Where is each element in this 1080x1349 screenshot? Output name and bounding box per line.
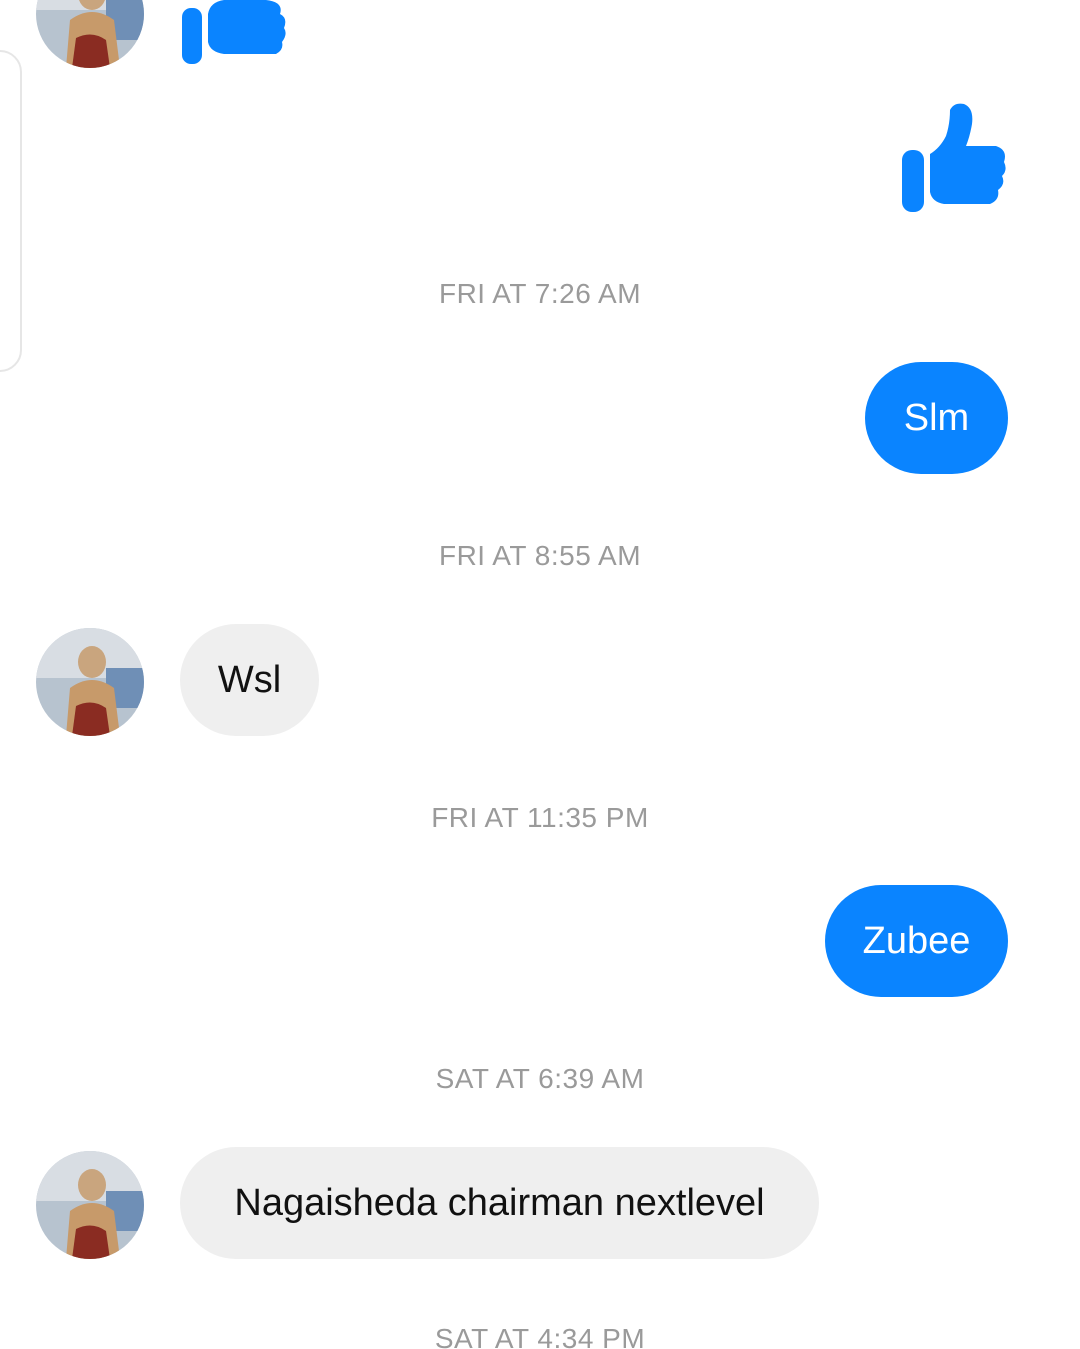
avatar[interactable] bbox=[36, 1151, 144, 1259]
avatar[interactable] bbox=[36, 0, 144, 68]
outgoing-message[interactable]: Slm bbox=[865, 362, 1008, 474]
incoming-message[interactable]: Nagaisheda chairman nextlevel bbox=[180, 1147, 819, 1259]
side-panel-edge bbox=[0, 50, 22, 372]
timestamp: SAT AT 4:34 PM bbox=[434, 1323, 646, 1349]
thumbs-up-icon bbox=[180, 0, 288, 70]
timestamp: FRI AT 8:55 AM bbox=[438, 540, 642, 571]
timestamp: FRI AT 11:35 PM bbox=[431, 802, 649, 833]
thumbs-up-icon bbox=[900, 102, 1008, 214]
conversation-thread[interactable]: FRI AT 7:26 AM Slm FRI AT 8:55 AM Wsl FR… bbox=[0, 0, 1080, 1349]
timestamp: FRI AT 7:26 AM bbox=[438, 278, 642, 309]
outgoing-message[interactable]: Zubee bbox=[825, 885, 1008, 997]
incoming-message[interactable]: Wsl bbox=[180, 624, 319, 736]
timestamp: SAT AT 6:39 AM bbox=[435, 1063, 645, 1094]
avatar[interactable] bbox=[36, 628, 144, 736]
